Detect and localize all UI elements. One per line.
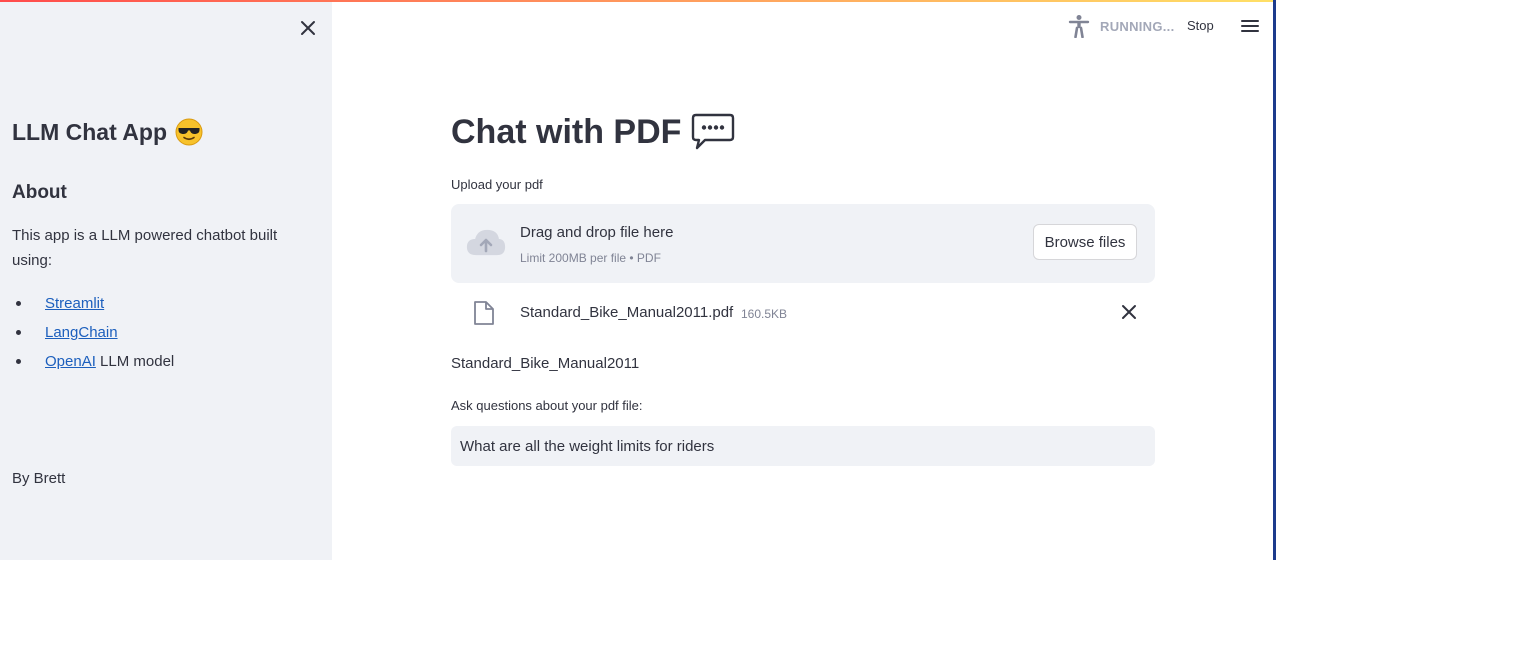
stop-button[interactable]: Stop	[1184, 16, 1217, 35]
page-title: Chat with PDF	[451, 112, 735, 152]
sidebar: LLM Chat App About This app is a LLM pow…	[0, 2, 332, 560]
openai-suffix: LLM model	[95, 353, 175, 370]
streamlit-link[interactable]: Streamlit	[45, 295, 104, 312]
uploaded-file-size: 160.5KB	[741, 307, 788, 321]
tech-list: Streamlit LangChain OpenAI LLM model	[12, 289, 174, 376]
page-title-text: Chat with PDF	[451, 112, 682, 151]
bullet	[16, 301, 21, 306]
bullet	[16, 330, 21, 335]
close-sidebar-icon[interactable]	[298, 18, 318, 38]
byline: By Brett	[12, 470, 66, 487]
sidebar-title-text: LLM Chat App	[12, 118, 168, 145]
dropzone-title: Drag and drop file here	[520, 224, 674, 241]
document-name: Standard_Bike_Manual2011	[451, 355, 640, 372]
app-window: LLM Chat App About This app is a LLM pow…	[0, 0, 1276, 560]
speech-bubble-icon	[692, 113, 735, 150]
smiling-face-with-sunglasses-icon	[175, 118, 203, 146]
question-label: Ask questions about your pdf file:	[451, 398, 643, 413]
file-icon	[474, 301, 494, 325]
langchain-link[interactable]: LangChain	[45, 324, 118, 341]
list-item: LangChain	[12, 318, 174, 347]
running-person-icon	[1068, 15, 1090, 38]
about-description: This app is a LLM powered chatbot built …	[12, 227, 278, 269]
cloud-upload-icon	[466, 229, 506, 256]
uploaded-file-row: Standard_Bike_Manual2011.pdf 160.5KB	[451, 296, 1155, 332]
file-dropzone[interactable]: Drag and drop file here Limit 200MB per …	[451, 204, 1155, 283]
bullet	[16, 359, 21, 364]
question-input[interactable]	[451, 426, 1155, 466]
browse-files-button[interactable]: Browse files	[1033, 224, 1137, 260]
running-status: RUNNING...	[1100, 19, 1175, 34]
hamburger-menu-icon[interactable]	[1240, 17, 1260, 35]
upload-label: Upload your pdf	[451, 177, 543, 192]
list-item: Streamlit	[12, 289, 174, 318]
remove-file-icon[interactable]	[1121, 304, 1137, 320]
list-item: OpenAI LLM model	[12, 347, 174, 376]
sidebar-title: LLM Chat App	[12, 118, 203, 146]
window-right-border	[1273, 0, 1276, 560]
about-heading: About	[12, 182, 67, 203]
uploaded-file-name: Standard_Bike_Manual2011.pdf	[520, 304, 734, 321]
openai-link[interactable]: OpenAI	[45, 353, 96, 370]
dropzone-limit: Limit 200MB per file • PDF	[520, 251, 661, 265]
